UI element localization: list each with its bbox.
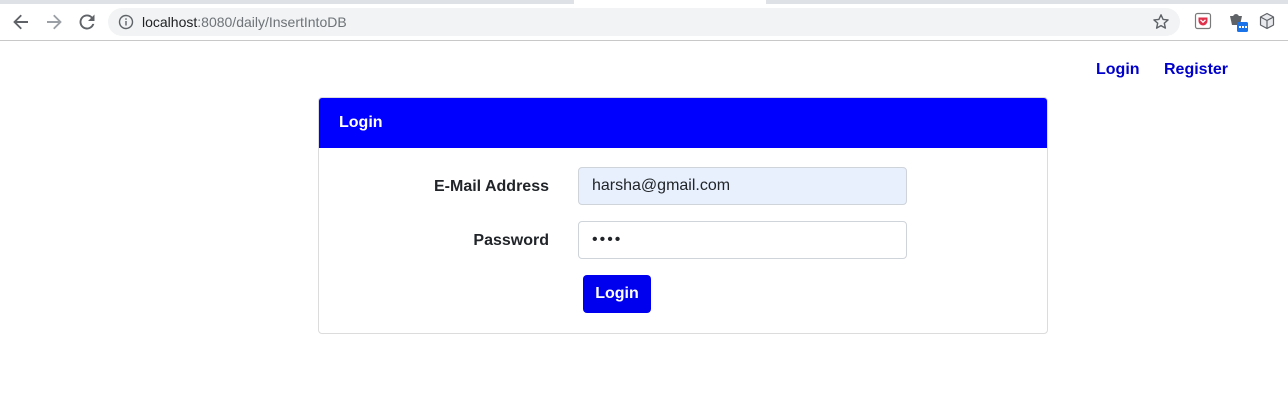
back-arrow-icon[interactable] (9, 10, 33, 34)
browser-toolbar: localhost:8080/daily/InsertIntoDB (0, 0, 1288, 41)
url-host: localhost (142, 14, 198, 30)
url-path: :8080/daily/InsertIntoDB (197, 14, 347, 30)
address-bar[interactable]: localhost:8080/daily/InsertIntoDB (108, 8, 1180, 36)
password-field[interactable] (578, 221, 907, 259)
reload-icon[interactable] (75, 10, 99, 34)
nav-login-link[interactable]: Login (1096, 61, 1140, 79)
active-tab[interactable] (574, 0, 766, 4)
info-icon[interactable] (118, 14, 134, 30)
card-header: Login (319, 98, 1047, 148)
login-card: Login E-Mail Address Password Login (318, 97, 1048, 334)
forward-arrow-icon[interactable] (42, 10, 66, 34)
cube-icon[interactable] (1258, 12, 1276, 30)
password-label: Password (473, 232, 549, 249)
nav-register-link[interactable]: Register (1164, 61, 1228, 79)
email-label: E-Mail Address (434, 178, 549, 195)
login-submit-button[interactable]: Login (583, 275, 651, 313)
url-text[interactable]: localhost:8080/daily/InsertIntoDB (142, 14, 347, 30)
tab-strip (0, 0, 1288, 4)
card-title: Login (339, 114, 383, 131)
calendar-extension-icon[interactable] (1227, 11, 1249, 33)
star-icon[interactable] (1152, 13, 1170, 31)
pocket-icon[interactable] (1194, 12, 1212, 30)
email-field[interactable] (578, 167, 907, 205)
